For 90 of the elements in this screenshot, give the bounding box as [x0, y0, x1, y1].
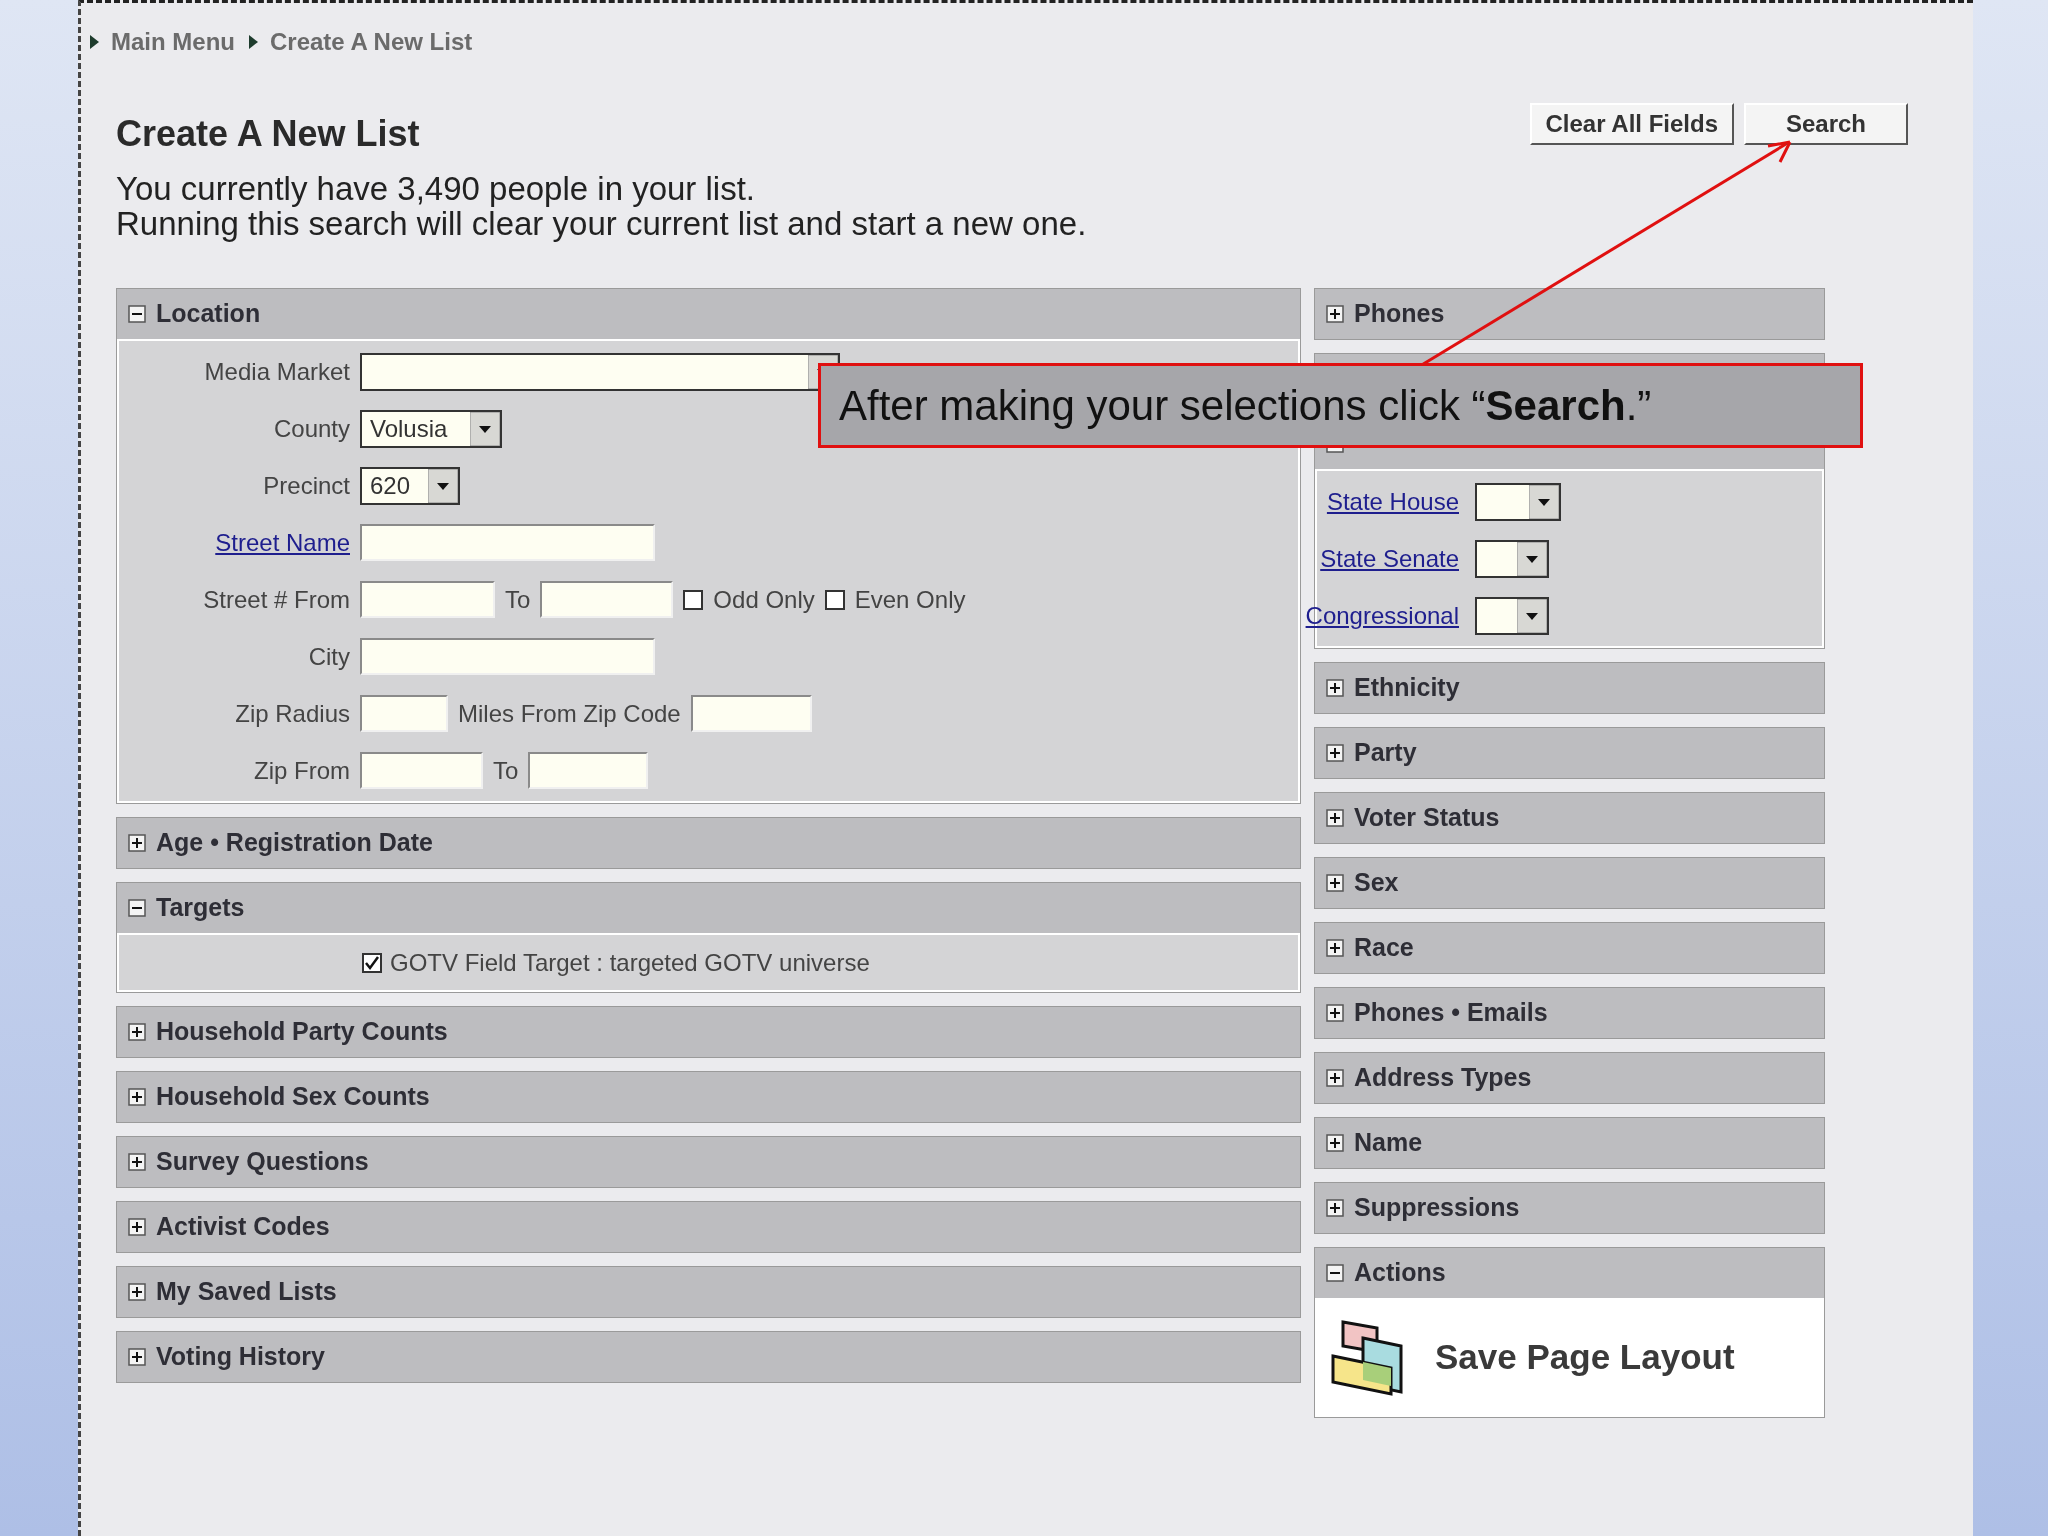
field-link[interactable]: State House	[1326, 483, 1459, 520]
plus-icon[interactable]	[1326, 1199, 1344, 1217]
section-title: Targets	[156, 892, 245, 924]
clear-button[interactable]: Clear All Fields	[1529, 103, 1734, 145]
field-label: To	[505, 584, 531, 615]
section-title: Address Types	[1354, 1062, 1532, 1094]
plus-icon[interactable]	[128, 1153, 146, 1171]
section-title: Activist Codes	[156, 1211, 330, 1243]
dropdown[interactable]	[360, 352, 840, 391]
field-label: Street # From	[203, 584, 350, 615]
text-field[interactable]	[360, 695, 448, 732]
field-label: Media Market	[204, 356, 350, 387]
intro-text: Running this search will clear your current list and start a new one.	[116, 206, 1087, 241]
dropdown[interactable]: Volusia	[360, 409, 502, 448]
section-title: Phones • Emails	[1354, 997, 1548, 1029]
breadcrumb-link[interactable]: Main Menu	[111, 24, 235, 60]
minus-icon[interactable]	[128, 305, 146, 323]
caret-icon	[1517, 541, 1547, 576]
callout-text: After making your selections click “Search.”	[839, 381, 1652, 431]
checkbox-label: Odd Only	[713, 584, 815, 615]
section-title: Voter Status	[1354, 802, 1500, 834]
plus-icon[interactable]	[1326, 809, 1344, 827]
section-title: Age • Registration Date	[156, 827, 433, 859]
triangle-icon	[249, 35, 258, 49]
plus-icon[interactable]	[128, 1283, 146, 1301]
caret-icon	[1517, 598, 1547, 633]
minus-icon[interactable]	[128, 899, 146, 917]
section-title: My Saved Lists	[156, 1276, 337, 1308]
plus-icon[interactable]	[1326, 305, 1344, 323]
plus-icon[interactable]	[128, 1218, 146, 1236]
text-field[interactable]	[360, 524, 655, 561]
text-field[interactable]	[360, 638, 655, 675]
section-title: Party	[1354, 737, 1417, 769]
plus-icon[interactable]	[1326, 1134, 1344, 1152]
save-layout-link[interactable]: Save Page Layout	[1435, 1331, 1735, 1384]
plus-icon[interactable]	[128, 1023, 146, 1041]
section-title: Name	[1354, 1127, 1423, 1159]
field-label: Zip Radius	[235, 698, 350, 729]
dropdown[interactable]	[1475, 482, 1561, 521]
checkbox-label: Even Only	[854, 584, 966, 615]
field-link[interactable]: Street Name	[215, 524, 350, 561]
plus-icon[interactable]	[1326, 744, 1344, 762]
plus-icon[interactable]	[1326, 679, 1344, 697]
plus-icon[interactable]	[1326, 874, 1344, 892]
section-title: Actions	[1354, 1257, 1446, 1289]
section-title: Phones	[1354, 298, 1445, 330]
text-field[interactable]	[360, 581, 495, 618]
dropdown[interactable]: 620	[360, 466, 460, 505]
intro-text: You currently have 3,490 people in your list.	[116, 171, 757, 206]
checkbox[interactable]	[824, 589, 845, 610]
dropdown[interactable]	[1475, 539, 1549, 578]
minus-icon[interactable]	[1326, 1264, 1344, 1282]
triangle-icon	[90, 35, 99, 49]
field-label: Zip From	[254, 755, 350, 786]
caret-icon	[1529, 484, 1559, 519]
field-label: Miles From Zip Code	[458, 698, 681, 729]
checkbox-label: GOTV Field Target : targeted GOTV universe	[390, 947, 870, 978]
plus-icon[interactable]	[128, 1348, 146, 1366]
field-label: City	[308, 641, 350, 672]
plus-icon[interactable]	[128, 1088, 146, 1106]
section-title: Household Sex Counts	[156, 1081, 430, 1113]
page-title: Create A New List	[116, 114, 421, 154]
plus-icon[interactable]	[1326, 1004, 1344, 1022]
section-title: Survey Questions	[156, 1146, 369, 1178]
plus-icon[interactable]	[1326, 1069, 1344, 1087]
breadcrumb-link[interactable]: Create A New List	[270, 24, 473, 60]
section-title: Household Party Counts	[156, 1016, 448, 1048]
section-title: Race	[1354, 932, 1414, 964]
section-title: Sex	[1354, 867, 1399, 899]
checkbox[interactable]	[362, 952, 382, 973]
plus-icon[interactable]	[128, 834, 146, 852]
section-title: Voting History	[156, 1341, 325, 1373]
dropdown[interactable]	[1475, 596, 1549, 635]
plus-icon[interactable]	[1326, 939, 1344, 957]
text-field[interactable]	[360, 752, 483, 789]
text-field[interactable]	[540, 581, 674, 618]
section-title: Ethnicity	[1354, 672, 1460, 704]
section-title: Suppressions	[1354, 1192, 1520, 1224]
field-label: County	[273, 413, 350, 444]
caret-icon	[428, 468, 458, 503]
text-field[interactable]	[528, 752, 649, 789]
search-button[interactable]: Search	[1744, 103, 1908, 145]
field-link[interactable]: State Senate	[1320, 540, 1459, 577]
text-field[interactable]	[690, 695, 812, 732]
field-link[interactable]: Congressional	[1305, 597, 1459, 634]
section-title: Location	[156, 298, 261, 330]
field-label: Precinct	[263, 470, 350, 501]
caret-icon	[470, 411, 500, 446]
checkbox[interactable]	[683, 589, 704, 610]
field-label: To	[493, 755, 519, 786]
